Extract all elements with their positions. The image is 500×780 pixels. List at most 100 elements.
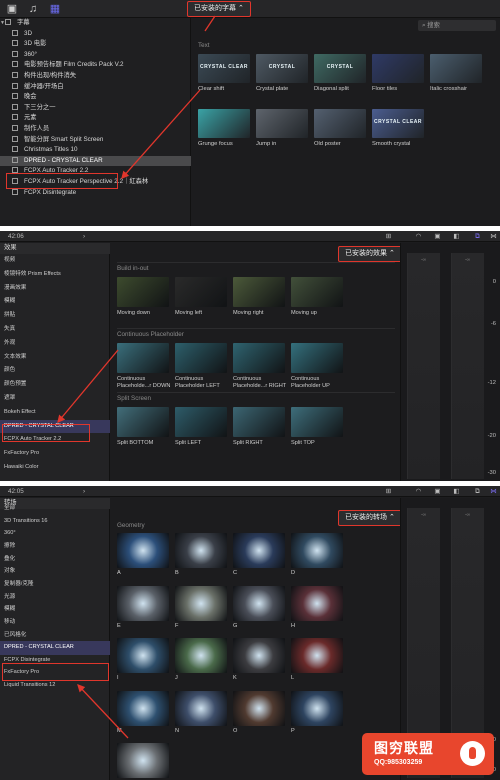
- inspector-icon[interactable]: ◧: [452, 487, 461, 496]
- sidebar-item[interactable]: 下三分之一: [0, 103, 191, 114]
- transition-thumbnail[interactable]: [291, 585, 343, 621]
- transition-thumbnail[interactable]: [233, 585, 285, 621]
- clip-appearance-icon[interactable]: ⊞: [384, 232, 393, 241]
- chevron-right-icon[interactable]: ›: [83, 487, 85, 496]
- sidebar-item[interactable]: 外观: [0, 337, 110, 351]
- sidebar-item[interactable]: 缓冲器/开场白: [0, 82, 191, 93]
- inspector-icon[interactable]: ◧: [452, 232, 461, 241]
- transitions-browser-icon[interactable]: ⋈: [489, 232, 498, 241]
- sidebar-item[interactable]: 文本效果: [0, 351, 110, 365]
- meter-scale-label: -30: [487, 470, 496, 476]
- sidebar-item[interactable]: 视频: [0, 254, 110, 268]
- transition-thumbnail[interactable]: [233, 638, 285, 673]
- sidebar-item[interactable]: ▼ 字幕: [0, 18, 191, 29]
- sidebar-item[interactable]: FCPX Auto Tracker 2.2: [0, 166, 191, 177]
- title-thumbnail[interactable]: CRYSTAL CLEAR: [372, 109, 424, 138]
- transition-thumbnail[interactable]: [175, 690, 227, 726]
- effect-thumbnail[interactable]: [291, 343, 343, 373]
- title-thumbnail[interactable]: [372, 54, 424, 83]
- title-thumbnail[interactable]: [314, 109, 366, 138]
- title-thumbnail[interactable]: CRYSTAL: [256, 54, 308, 83]
- installed-effects-selector[interactable]: 已安装的效果 ⌃: [338, 246, 402, 262]
- effect-thumbnail[interactable]: [233, 277, 285, 307]
- transition-thumbnail[interactable]: [291, 690, 343, 726]
- sidebar-item[interactable]: 电影预告标题 Film Credits Pack V.2: [0, 60, 191, 71]
- effects-browser-icon[interactable]: ⧉: [473, 232, 482, 241]
- sidebar-item[interactable]: 晚会: [0, 92, 191, 103]
- sidebar-item[interactable]: 360°: [0, 50, 191, 61]
- music-photos-icon[interactable]: ♫: [27, 3, 39, 15]
- transition-thumbnail[interactable]: [117, 690, 169, 726]
- effect-thumbnail[interactable]: [117, 407, 169, 437]
- sidebar-item[interactable]: 颜色预置: [0, 378, 110, 392]
- installed-titles-selector[interactable]: 已安装的字幕 ⌃: [187, 1, 251, 17]
- section-header: Build in-out: [117, 265, 149, 272]
- effect-label: Moving up: [291, 310, 317, 316]
- headphones-icon[interactable]: ◠: [414, 487, 423, 496]
- sidebar-item[interactable]: 构件出现/构件消失: [0, 71, 191, 82]
- effects-browser-icon[interactable]: ⧉: [473, 487, 482, 496]
- transition-thumbnail[interactable]: [175, 533, 227, 568]
- title-thumbnail[interactable]: [198, 109, 250, 138]
- effect-thumbnail[interactable]: [233, 343, 285, 373]
- sidebar-item-label: DPRED - CRYSTAL CLEAR: [24, 156, 103, 164]
- transition-thumbnail[interactable]: [117, 585, 169, 621]
- transition-thumbnail[interactable]: [117, 638, 169, 673]
- sidebar-item[interactable]: 棱镜特效 Prism Effects: [0, 268, 110, 282]
- sidebar-item[interactable]: FxFactory Pro: [0, 447, 110, 461]
- sidebar-item[interactable]: 制作人员: [0, 124, 191, 135]
- sidebar-item-label: 智能分屏 Smart Split Screen: [24, 135, 104, 143]
- sidebar-item[interactable]: Christmas Titles 10: [0, 145, 191, 156]
- transition-thumbnail[interactable]: [175, 638, 227, 673]
- effect-thumbnail[interactable]: [175, 343, 227, 373]
- sidebar-item[interactable]: FCPX Auto Tracker Perspective 2.2｜紅森林: [0, 177, 191, 188]
- effect-thumbnail[interactable]: [117, 277, 169, 307]
- audio-meter-icon[interactable]: ▣: [433, 232, 442, 241]
- sidebar-item-label: 晚会: [24, 93, 37, 101]
- installed-transitions-selector[interactable]: 已安装的转场 ⌃: [338, 510, 402, 526]
- sidebar-item[interactable]: Hawaiki Color: [0, 461, 110, 475]
- transition-thumbnail[interactable]: [291, 638, 343, 673]
- sidebar-item[interactable]: 颜色: [0, 364, 110, 378]
- clip-appearance-icon[interactable]: ⊞: [384, 487, 393, 496]
- sidebar-item[interactable]: 失真: [0, 323, 110, 337]
- title-thumbnail[interactable]: CRYSTAL CLEAR: [198, 54, 250, 83]
- headphones-icon[interactable]: ◠: [414, 232, 423, 241]
- sidebar-item[interactable]: 拼贴: [0, 309, 110, 323]
- effect-thumbnail[interactable]: [175, 407, 227, 437]
- transition-thumbnail[interactable]: [291, 533, 343, 568]
- sidebar-item[interactable]: DPRED - CRYSTAL CLEAR: [0, 155, 191, 167]
- sidebar-item[interactable]: 遮罩: [0, 392, 110, 406]
- transition-thumbnail[interactable]: [117, 743, 169, 778]
- media-library-icon[interactable]: ▣: [6, 3, 18, 15]
- audio-meter-icon[interactable]: ▣: [433, 487, 442, 496]
- effect-thumbnail[interactable]: [291, 407, 343, 437]
- disclosure-triangle-icon[interactable]: ▼: [0, 18, 5, 29]
- search-field[interactable]: ⌕ 搜索: [418, 20, 496, 31]
- sidebar-item[interactable]: DPRED - CRYSTAL CLEAR: [0, 419, 110, 434]
- sidebar-item[interactable]: Bokeh Effect: [0, 406, 110, 420]
- transition-thumbnail[interactable]: [175, 585, 227, 621]
- titles-generators-icon[interactable]: ▦: [49, 3, 61, 15]
- effect-thumbnail[interactable]: [291, 277, 343, 307]
- sidebar-item[interactable]: 3D: [0, 29, 191, 40]
- chevron-right-icon[interactable]: ›: [83, 232, 85, 241]
- sidebar-item[interactable]: FCPX Disintegrate: [0, 188, 191, 199]
- sidebar-item[interactable]: Liquid Transitions 12: [0, 679, 110, 693]
- transition-thumbnail[interactable]: [233, 690, 285, 726]
- sidebar-item[interactable]: 漫画效果: [0, 282, 110, 296]
- effect-thumbnail[interactable]: [117, 343, 169, 373]
- transitions-browser-icon[interactable]: ⋈: [489, 487, 498, 496]
- title-thumbnail[interactable]: [256, 109, 308, 138]
- sidebar-item[interactable]: 3D 电影: [0, 39, 191, 50]
- transition-thumbnail[interactable]: [233, 533, 285, 568]
- effect-thumbnail[interactable]: [175, 277, 227, 307]
- title-thumbnail[interactable]: [430, 54, 482, 83]
- sidebar-item[interactable]: FCPX Auto Tracker 2.2: [0, 433, 110, 447]
- sidebar-item[interactable]: 智能分屏 Smart Split Screen: [0, 135, 191, 146]
- effect-thumbnail[interactable]: [233, 407, 285, 437]
- sidebar-item[interactable]: 模糊: [0, 295, 110, 309]
- transition-thumbnail[interactable]: [117, 533, 169, 568]
- sidebar-item[interactable]: 元素: [0, 113, 191, 124]
- title-thumbnail[interactable]: CRYSTAL: [314, 54, 366, 83]
